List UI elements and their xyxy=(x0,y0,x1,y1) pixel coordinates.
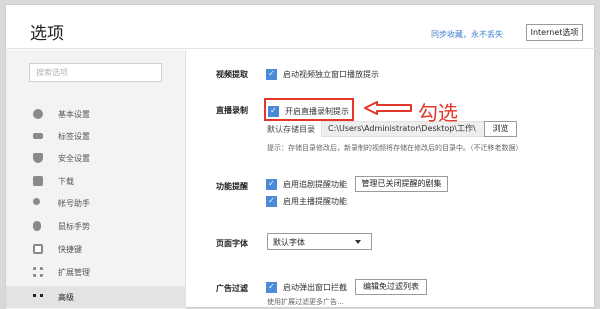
section-title-live-record: 直播录制 xyxy=(216,106,248,115)
sidebar-item-label: 鼠标手势 xyxy=(58,222,90,231)
sidebar-item-security[interactable]: 安全设置 xyxy=(6,147,185,169)
drama-remind-option[interactable]: ✓ 启用追剧提醒功能 xyxy=(266,178,347,190)
sidebar-item-label: 基本设置 xyxy=(58,110,90,119)
sidebar-item-download[interactable]: 下载 xyxy=(6,170,185,192)
page-title: 选项 xyxy=(30,24,64,44)
sidebar-item-extensions[interactable]: 扩展管理 xyxy=(6,261,185,283)
option-label: 启用追剧提醒功能 xyxy=(283,179,347,189)
sidebar-item-label: 帐号助手 xyxy=(58,199,90,208)
sidebar-item-label: 下载 xyxy=(58,177,74,186)
font-select[interactable]: 默认字体 xyxy=(267,233,372,250)
sidebar-item-shortcut[interactable]: 快捷键 xyxy=(6,238,185,260)
key-icon xyxy=(33,198,40,205)
sidebar-item-tabs[interactable]: 标签设置 xyxy=(6,125,185,147)
edit-whitelist-button[interactable]: 编辑免过滤列表 xyxy=(355,279,427,295)
options-window: 选项 同步收藏，永不丢失 Internet选项 搜索选项 基本设置 标签设置 安… xyxy=(5,4,596,309)
checkbox-checked[interactable]: ✓ xyxy=(266,281,277,293)
checkbox-checked[interactable]: ✓ xyxy=(266,195,277,207)
option-label: 启动弹出窗口拦截 xyxy=(283,282,347,292)
settings-content: 视频提取 ✓ 启动视频独立窗口播放提示 直播录制 ✓ 开启直播录制提示 默认存储… xyxy=(187,50,596,309)
popup-block-option[interactable]: ✓ 启动弹出窗口拦截 xyxy=(266,281,347,293)
sidebar-item-label: 扩展管理 xyxy=(58,268,90,277)
option-label: 启用主播提醒功能 xyxy=(283,196,347,206)
storage-hint: 提示：存储目录修改后，新录制的视频将存储在修改后的目录中。（不迁移老数据） xyxy=(267,144,523,152)
font-select-value: 默认字体 xyxy=(273,238,305,247)
left-arrow-icon xyxy=(364,101,412,115)
sidebar-item-account[interactable]: 帐号助手 xyxy=(6,192,185,214)
sun-gear-icon xyxy=(33,109,43,119)
sidebar-item-advanced[interactable]: 高级 xyxy=(6,286,185,308)
download-icon xyxy=(33,176,43,186)
shortcut-icon xyxy=(33,244,43,254)
search-input[interactable]: 搜索选项 xyxy=(29,63,162,82)
chevron-down-icon xyxy=(355,240,361,244)
sidebar-item-label: 快捷键 xyxy=(58,245,82,254)
sidebar-item-basic[interactable]: 基本设置 xyxy=(6,103,185,125)
sidebar: 搜索选项 基本设置 标签设置 安全设置 下载 帐号助手 鼠标手势 快捷键 扩展管… xyxy=(6,50,186,309)
more-dots-icon xyxy=(33,294,43,297)
sidebar-item-label: 高级 xyxy=(58,293,74,302)
section-title-ad-filter: 广告过滤 xyxy=(216,284,248,293)
highlight-box xyxy=(264,98,354,121)
tab-icon xyxy=(33,133,43,139)
sidebar-item-gesture[interactable]: 鼠标手势 xyxy=(6,215,185,237)
section-title-font: 页面字体 xyxy=(216,239,248,248)
ad-filter-hint[interactable]: 使用扩展过滤更多广告... xyxy=(267,297,344,307)
section-title-remind: 功能提醒 xyxy=(216,182,248,191)
shield-icon xyxy=(33,153,43,163)
grid-icon xyxy=(33,267,43,277)
checkbox-checked[interactable]: ✓ xyxy=(266,178,277,190)
mouse-icon xyxy=(33,221,41,231)
video-popup-option[interactable]: ✓ 启动视频独立窗口播放提示 xyxy=(266,68,379,80)
titlebar: 选项 同步收藏，永不丢失 Internet选项 xyxy=(6,5,596,49)
sidebar-item-label: 安全设置 xyxy=(58,154,90,163)
sync-link[interactable]: 同步收藏，永不丢失 xyxy=(431,29,503,40)
manage-closed-reminders-button[interactable]: 管理已关闭提醒的剧集 xyxy=(355,176,448,192)
internet-options-button[interactable]: Internet选项 xyxy=(526,24,583,41)
annotation-label: 勾选 xyxy=(418,101,458,125)
section-title-video: 视频提取 xyxy=(216,70,248,79)
storage-dir-label: 默认存储目录 xyxy=(267,125,315,134)
storage-path-field[interactable]: C:\Users\Administrator\Desktop\工作\ xyxy=(321,121,493,137)
browse-button[interactable]: 浏览 xyxy=(484,121,517,137)
anchor-remind-option[interactable]: ✓ 启用主播提醒功能 xyxy=(266,195,347,207)
option-label: 启动视频独立窗口播放提示 xyxy=(283,69,379,79)
sidebar-item-label: 标签设置 xyxy=(58,132,90,141)
checkbox-checked[interactable]: ✓ xyxy=(266,68,277,80)
